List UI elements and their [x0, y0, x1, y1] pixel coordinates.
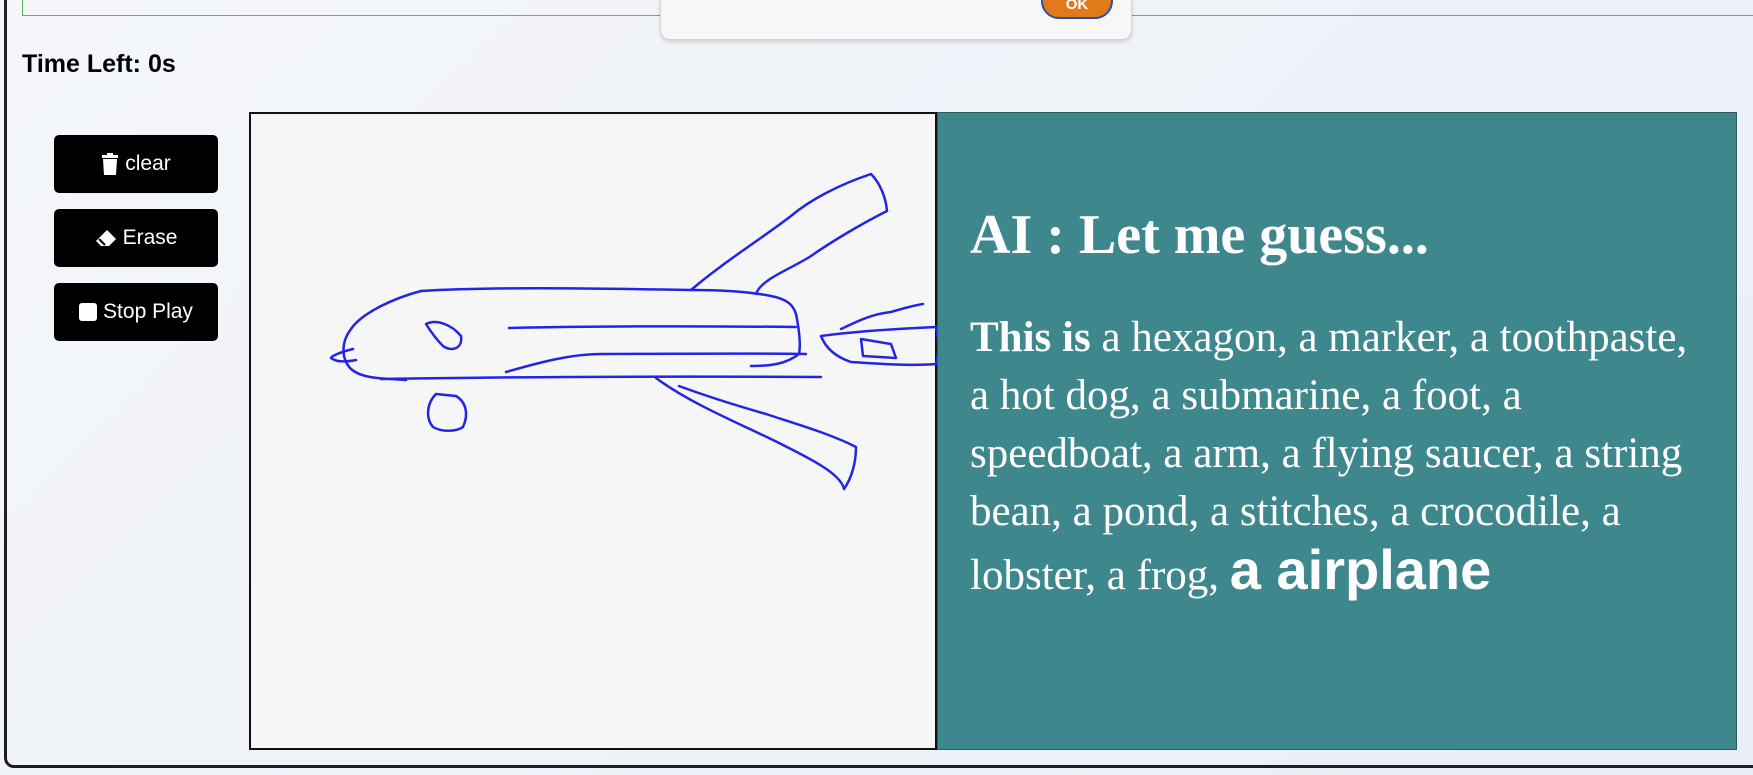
- guess-prefix: This is: [970, 314, 1091, 361]
- drawing-toolbar: clear Erase Stop Play: [54, 135, 218, 357]
- stop-play-button-label: Stop Play: [103, 300, 193, 323]
- erase-button-label: Erase: [122, 226, 178, 249]
- popup-ok-button[interactable]: OK: [1041, 0, 1113, 19]
- drawing-canvas[interactable]: [249, 112, 939, 750]
- guess-final-answer: a airplane: [1229, 538, 1492, 601]
- stop-square-icon: [79, 303, 98, 321]
- clear-button-label: clear: [125, 152, 171, 175]
- ai-guess-panel: AI : Let me guess... This is a hexagon, …: [937, 112, 1737, 750]
- guess-text: This is a hexagon, a marker, a toothpast…: [970, 309, 1690, 605]
- airplane-sketch: [329, 172, 939, 491]
- clear-button[interactable]: clear: [54, 135, 218, 193]
- guess-heading: AI : Let me guess...: [970, 204, 1429, 266]
- time-left-label: Time Left: 0s: [22, 50, 176, 78]
- stop-play-button[interactable]: Stop Play: [54, 283, 218, 341]
- trash-icon: [101, 153, 119, 175]
- eraser-icon: [95, 229, 117, 247]
- erase-button[interactable]: Erase: [54, 209, 218, 267]
- alert-popup: OK: [660, 0, 1132, 40]
